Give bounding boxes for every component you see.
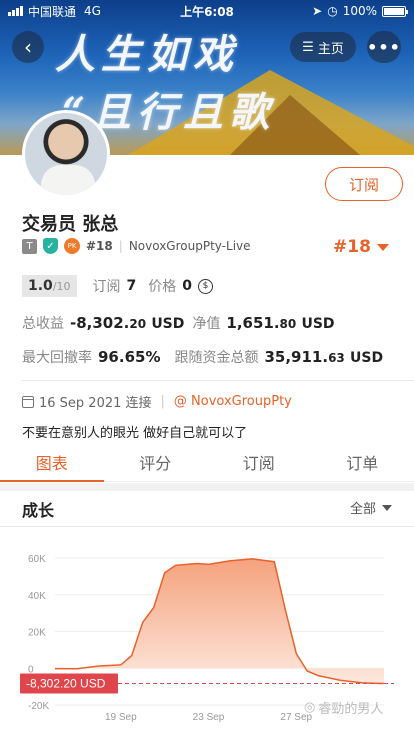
total-profit-value: -8,302.20 USD [70, 314, 185, 332]
weibo-icon: ◎ [304, 700, 316, 715]
rank-big-label: #18 [333, 237, 371, 257]
battery-icon [382, 5, 408, 17]
stats-row-1: 1.0 /10 订阅 7 价格 0 $ [22, 275, 214, 297]
motto-text: 不要在意别人的眼光 做好自己就可以了 [22, 426, 248, 441]
pk-badge-icon: PK [64, 238, 80, 254]
max-drawdown-label: 最大回撤率 [22, 350, 92, 366]
home-button[interactable]: ☰ 主页 [290, 32, 356, 62]
coin-icon: $ [198, 278, 214, 294]
range-filter-dropdown[interactable]: 全部 [350, 498, 393, 517]
y-tick-label: 0 [28, 664, 34, 675]
subscribe-count-label: 订阅 [92, 279, 121, 295]
rank-small: #18 [86, 239, 113, 253]
svg-text:-8,302.20 USD: -8,302.20 USD [26, 677, 106, 691]
connection-row: 16 Sep 2021 连接 | @ NovoxGroupPty [22, 392, 292, 411]
caret-down-icon [382, 504, 393, 511]
x-tick-label: 19 Sep [105, 712, 137, 723]
y-tick-label: 20K [28, 628, 46, 639]
current-value-tag: -8,302.20 USD [20, 673, 118, 694]
account-type: NovoxGroupPty-Live [128, 239, 251, 253]
y-tick-label: -20K [28, 701, 49, 712]
price-value: 0 [182, 278, 193, 294]
net-value: 1,651.80 USD [226, 314, 335, 332]
growth-title: 成长 [22, 501, 55, 520]
price-label: 价格 [148, 279, 177, 295]
net-value-label: 净值 [192, 316, 221, 332]
watermark-text: 睿勁的男人 [318, 702, 384, 717]
connection-account-link[interactable]: @ NovoxGroupPty [174, 394, 292, 409]
y-tick-label: 40K [28, 591, 46, 602]
caret-down-icon [376, 243, 389, 251]
tab-rating[interactable]: 评分 [104, 442, 208, 481]
divider [0, 526, 414, 527]
badge-row: T ✓ PK #18 | NovoxGroupPty-Live [22, 238, 251, 254]
chevron-left-icon: ‹ [24, 35, 32, 59]
trader-type-icon: T [22, 238, 37, 254]
more-dots-icon: ••• [367, 37, 401, 57]
max-drawdown-value: 96.65% [98, 348, 161, 366]
banner-text-line1: 人生如戏 [55, 31, 239, 78]
subscribe-count: 7 [126, 278, 137, 294]
x-tick-label: 23 Sep [193, 712, 225, 723]
score-max: /10 [52, 279, 71, 293]
trader-name: 交易员 张总 [22, 214, 119, 235]
tab-orders[interactable]: 订单 [311, 442, 414, 481]
more-button[interactable]: ••• [367, 31, 401, 63]
y-tick-label: 60K [28, 554, 46, 565]
tab-bar: 图表 评分 订阅 订单 [0, 442, 414, 482]
range-filter-label: 全部 [350, 502, 377, 517]
tab-chart[interactable]: 图表 [0, 442, 104, 482]
status-time: 上午6:08 [180, 4, 234, 19]
tab-subscription[interactable]: 订阅 [207, 442, 311, 481]
back-button[interactable]: ‹ [12, 31, 44, 63]
status-bar: 中国联通 4G 上午6:08 ➤ ◷ 100% [0, 0, 414, 22]
connection-date: 16 Sep 2021 连接 [39, 396, 152, 411]
score-value: 1.0 [28, 278, 53, 294]
home-button-label: 主页 [317, 41, 344, 57]
stats-row-2: 总收益 -8,302.20 USD 净值 1,651.80 USD [22, 313, 343, 333]
calendar-icon [22, 395, 34, 408]
total-profit-label: 总收益 [22, 316, 64, 332]
divider [22, 380, 414, 381]
section-gap [0, 483, 414, 491]
subscribe-button[interactable]: 订阅 [325, 167, 403, 201]
stats-row-3: 最大回撤率 96.65% 跟随资金总额 35,911.63 USD [22, 347, 391, 367]
growth-area [55, 558, 384, 684]
follow-funds-value: 35,911.63 USD [264, 348, 384, 366]
avatar[interactable] [22, 110, 110, 198]
menu-lines-icon: ☰ [302, 39, 314, 55]
rank-dropdown[interactable]: #18 [333, 237, 389, 257]
score-badge: 1.0 /10 [22, 275, 77, 297]
follow-funds-label: 跟随资金总额 [174, 350, 259, 366]
verified-shield-icon: ✓ [43, 238, 58, 254]
watermark: ◎ 睿勁的男人 [304, 698, 383, 717]
